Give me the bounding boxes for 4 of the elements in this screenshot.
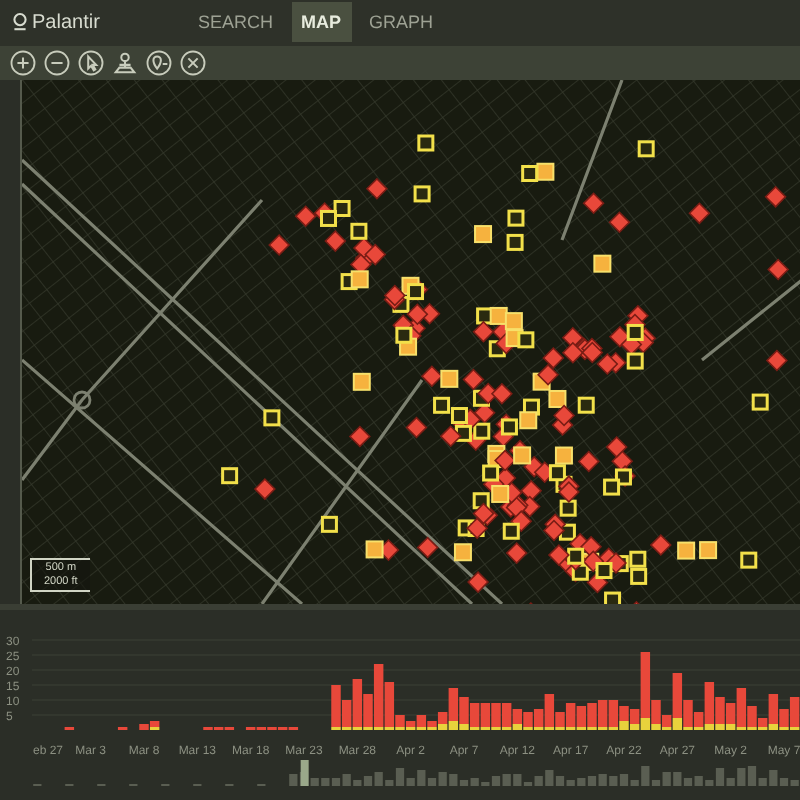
nav-tab[interactable]: MAP	[291, 2, 352, 43]
nav-tab[interactable]: GRAPH	[359, 2, 444, 43]
nav-tab[interactable]: SEARCH	[188, 2, 284, 43]
logo-text: Palantir	[32, 11, 100, 34]
